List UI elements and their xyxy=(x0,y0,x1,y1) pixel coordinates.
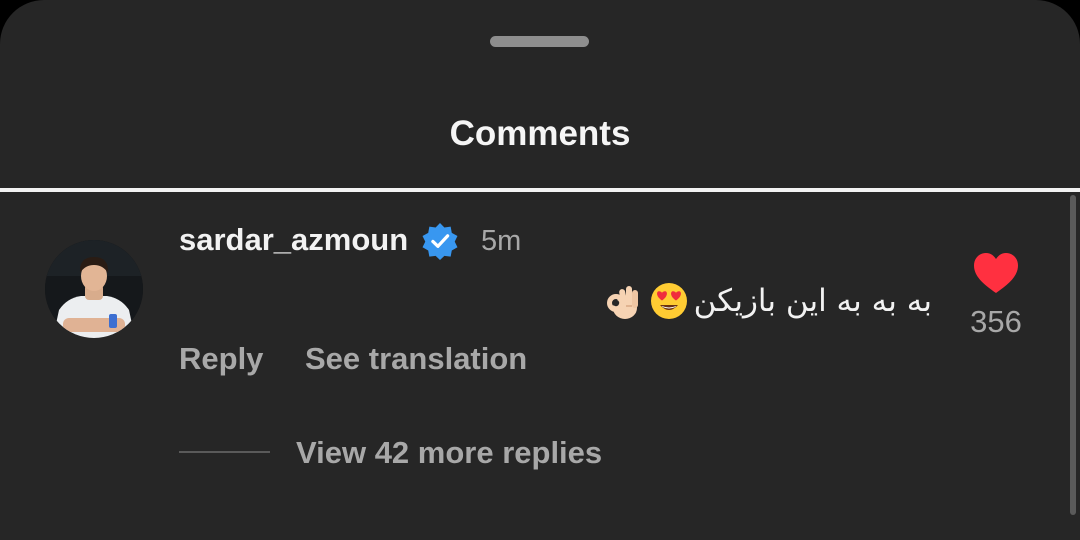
comments-sheet: Comments sardar_azmoun 5m به به به این ب… xyxy=(0,0,1080,540)
comment-body: به به به این بازیکن xyxy=(604,276,932,326)
like-heart-icon[interactable] xyxy=(972,252,1020,294)
see-translation-button[interactable]: See translation xyxy=(305,338,527,380)
heart-eyes-icon xyxy=(650,283,687,319)
view-more-replies-button[interactable]: View 42 more replies xyxy=(296,432,602,474)
comment-text: به به به این بازیکن xyxy=(693,283,932,319)
header-divider xyxy=(0,188,1080,192)
avatar[interactable] xyxy=(45,240,143,338)
replies-divider-line xyxy=(179,451,270,453)
drag-handle[interactable] xyxy=(490,36,589,47)
comment-timestamp: 5m xyxy=(481,225,522,257)
ok-hand-icon xyxy=(606,286,638,319)
scrollbar[interactable] xyxy=(1070,195,1076,515)
sheet-title: Comments xyxy=(449,114,631,153)
verified-badge-icon xyxy=(422,222,458,260)
like-count: 356 xyxy=(970,304,1022,339)
comment-username[interactable]: sardar_azmoun xyxy=(179,220,408,260)
reply-button[interactable]: Reply xyxy=(179,338,263,380)
